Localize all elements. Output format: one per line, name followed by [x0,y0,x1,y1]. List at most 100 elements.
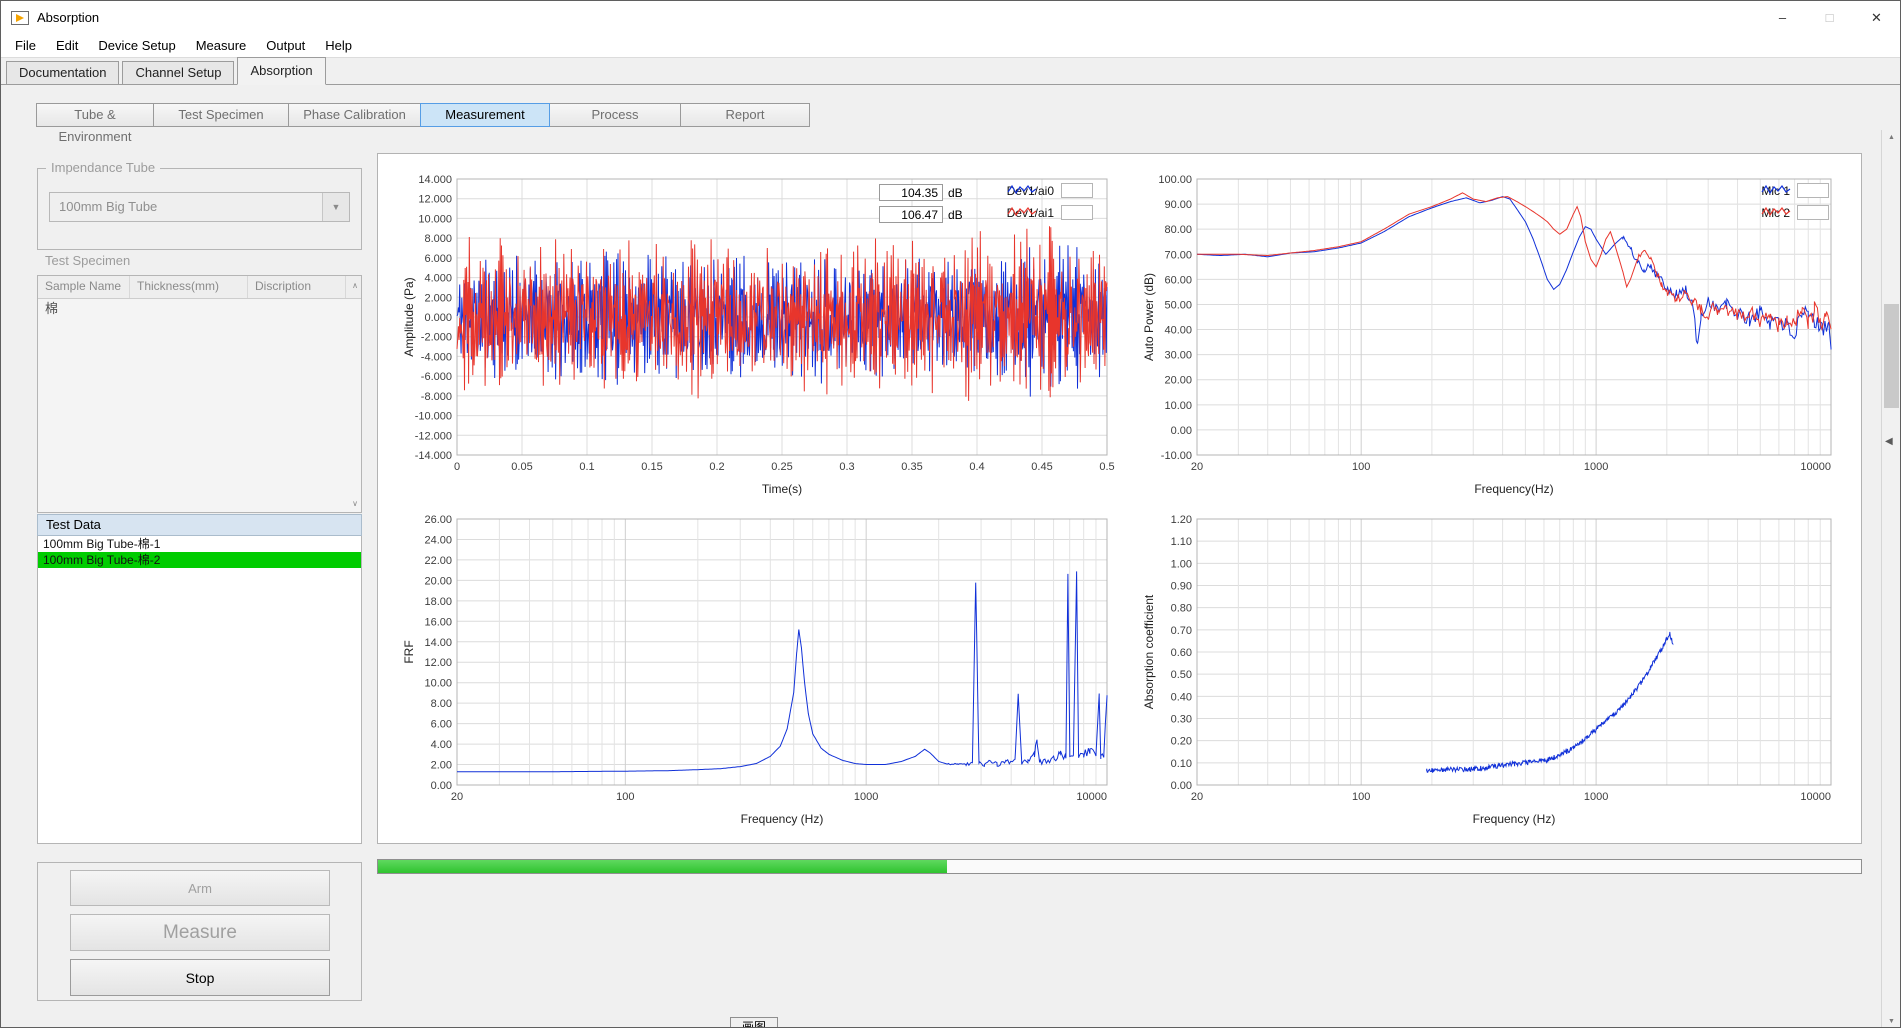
legend-dev1-ai0[interactable]: Dev1/ai0 [1007,183,1093,198]
svg-text:1.00: 1.00 [1171,558,1192,570]
vertical-scrollbar[interactable]: ▲ ◀ ▼ [1881,130,1901,1028]
svg-text:12.000: 12.000 [418,194,452,206]
menu-output[interactable]: Output [256,35,315,57]
tab-documentation[interactable]: Documentation [6,61,119,84]
close-button[interactable]: ✕ [1853,1,1900,34]
subtab-phase-calibration[interactable]: Phase Calibration [288,103,421,127]
svg-text:100.00: 100.00 [1158,174,1192,186]
test-data-item[interactable]: 100mm Big Tube-棉-1 [38,536,361,552]
svg-text:Frequency (Hz): Frequency (Hz) [741,812,824,826]
svg-text:0.00: 0.00 [431,780,452,792]
specimen-row[interactable]: 棉 [38,299,361,318]
svg-text:0.15: 0.15 [641,461,662,473]
splitter-collapse-icon[interactable]: ◀ [1885,436,1893,447]
window-title: Absorption [37,10,99,25]
scroll-up-icon[interactable]: ∧ [352,281,358,290]
svg-text:30.00: 30.00 [1164,350,1192,362]
specimen-cell [248,299,346,318]
progress-bar-fill [378,860,947,873]
time-waveform-chart: 104.35 dB 106.47 dB -14.000-12.000-10.00… [401,169,1117,501]
stop-button[interactable]: Stop [70,959,330,996]
main-tabbar: DocumentationChannel SetupAbsorption [1,58,1900,85]
svg-text:Frequency(Hz): Frequency(Hz) [1474,482,1553,496]
column-header-discription[interactable]: Discription [248,276,346,298]
tab-absorption[interactable]: Absorption [237,57,325,85]
svg-text:0.000: 0.000 [424,312,452,324]
svg-text:26.00: 26.00 [424,514,452,526]
svg-text:70.00: 70.00 [1164,249,1192,261]
impedance-tube-group: Impendance Tube 100mm Big Tube ▼ [37,168,362,250]
svg-text:1000: 1000 [1584,791,1608,803]
svg-text:10000: 10000 [1800,791,1831,803]
column-header-thickness-mm[interactable]: Thickness(mm) [130,276,248,298]
column-header-sample-name[interactable]: Sample Name [38,276,130,298]
legend-mic-1[interactable]: Mic 1 [1761,183,1829,198]
measure-button[interactable]: Measure [70,914,330,951]
svg-text:1.10: 1.10 [1171,536,1192,548]
menu-file[interactable]: File [5,35,46,57]
test-data-item[interactable]: 100mm Big Tube-棉-2 [38,552,361,568]
menu-help[interactable]: Help [315,35,362,57]
specimen-cell: 棉 [38,299,130,318]
svg-text:80.00: 80.00 [1164,224,1192,236]
svg-text:0.2: 0.2 [709,461,724,473]
specimen-cell [130,299,248,318]
svg-text:0.35: 0.35 [901,461,922,473]
test-data-list: 100mm Big Tube-棉-1100mm Big Tube-棉-2 [37,536,362,844]
subtab-measurement[interactable]: Measurement [420,103,550,127]
scroll-down-icon[interactable]: ∨ [352,499,358,508]
minimize-button[interactable]: – [1759,1,1806,34]
menubar: FileEditDevice SetupMeasureOutputHelp [1,34,1900,58]
scrollbar-down-icon[interactable]: ▼ [1882,1018,1901,1025]
menu-device-setup[interactable]: Device Setup [88,35,185,57]
subtab-tube-environment[interactable]: Tube & Environment [36,103,154,127]
svg-text:0.05: 0.05 [511,461,532,473]
svg-text:20.00: 20.00 [424,575,452,587]
svg-text:1.20: 1.20 [1171,514,1192,526]
chevron-down-icon[interactable]: ▼ [322,193,349,221]
scrollbar-up-icon[interactable]: ▲ [1882,134,1901,141]
svg-text:20: 20 [1191,461,1203,473]
absorption-coefficient-chart: 0.000.100.200.300.400.500.600.700.800.90… [1141,509,1841,831]
frf-plot: 0.002.004.006.008.0010.0012.0014.0016.00… [401,509,1117,831]
legend-mic-2[interactable]: Mic 2 [1761,205,1829,220]
level-readout-ai0: 104.35 dB [879,184,963,201]
subtab-process[interactable]: Process [549,103,681,127]
svg-text:16.00: 16.00 [424,616,452,628]
svg-text:20.00: 20.00 [1164,375,1192,387]
subtab-report[interactable]: Report [680,103,810,127]
legend-plot-icon [1061,205,1093,220]
test-data-header: Test Data [37,514,362,536]
impedance-tube-label: Impendance Tube [46,160,160,175]
svg-text:1000: 1000 [1584,461,1608,473]
svg-text:Auto Power (dB): Auto Power (dB) [1142,273,1156,361]
menu-edit[interactable]: Edit [46,35,88,57]
svg-text:14.00: 14.00 [424,637,452,649]
scrollbar-thumb[interactable] [1884,304,1899,408]
legend-dev1-ai1[interactable]: Dev1/ai1 [1007,205,1093,220]
svg-text:1000: 1000 [854,791,878,803]
svg-text:Time(s): Time(s) [762,482,802,496]
tube-select[interactable]: 100mm Big Tube ▼ [49,192,350,222]
svg-text:0.30: 0.30 [1171,714,1192,726]
arm-button[interactable]: Arm [70,870,330,906]
svg-text:0.00: 0.00 [1171,780,1192,792]
specimen-table: Sample NameThickness(mm)Discription 棉 ∧ … [37,275,362,513]
titlebar: Absorption – □ ✕ [1,1,1900,34]
svg-text:-12.000: -12.000 [415,430,452,442]
svg-text:8.000: 8.000 [424,233,452,245]
svg-text:20: 20 [451,791,463,803]
svg-text:100: 100 [616,791,634,803]
subtab-test-specimen[interactable]: Test Specimen [153,103,289,127]
svg-text:0.40: 0.40 [1171,691,1192,703]
subtabs: Tube & EnvironmentTest SpecimenPhase Cal… [37,103,810,127]
level-value-ai1: 106.47 [879,206,943,223]
svg-text:8.00: 8.00 [431,698,452,710]
svg-text:10000: 10000 [1800,461,1831,473]
menu-measure[interactable]: Measure [186,35,257,57]
maximize-button[interactable]: □ [1806,1,1853,34]
tab-channel-setup[interactable]: Channel Setup [122,61,234,84]
svg-text:0.10: 0.10 [1171,758,1192,770]
svg-text:14.000: 14.000 [418,174,452,186]
tab-draw[interactable]: 画图 [730,1017,778,1028]
